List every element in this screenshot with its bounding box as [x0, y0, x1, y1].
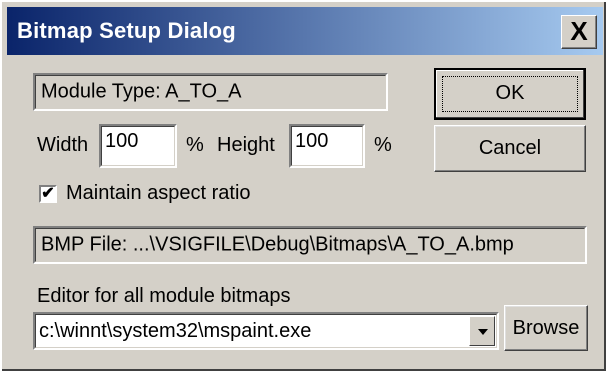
cancel-button-label: Cancel — [478, 137, 542, 159]
bitmap-setup-dialog: Bitmap Setup Dialog X Module Type: A_TO_… — [0, 0, 608, 373]
ok-button[interactable]: OK — [434, 68, 586, 120]
editor-path: c:\winnt\system32\mspaint.exe — [39, 320, 312, 342]
width-unit-label: % — [186, 134, 204, 156]
aspect-ratio-label[interactable]: Maintain aspect ratio — [66, 182, 251, 205]
editor-combobox[interactable]: c:\winnt\system32\mspaint.exe — [33, 312, 499, 350]
editor-label: Editor for all module bitmaps — [37, 285, 291, 307]
aspect-ratio-checkbox[interactable]: ✔ — [39, 185, 57, 203]
bmp-file-path: BMP File: ...\VSIGFILE\Debug\Bitmaps\A_T… — [41, 233, 514, 256]
dialog-title: Bitmap Setup Dialog — [17, 18, 236, 43]
bmp-file-field: BMP File: ...\VSIGFILE\Debug\Bitmaps\A_T… — [33, 226, 587, 264]
width-label: Width — [37, 134, 89, 156]
module-type-field: Module Type: A_TO_A — [33, 73, 388, 111]
height-unit-label: % — [374, 134, 392, 156]
width-input[interactable]: 100 — [99, 124, 177, 168]
height-label: Height — [217, 134, 275, 156]
close-button[interactable]: X — [561, 15, 597, 49]
height-input[interactable]: 100 — [289, 124, 365, 168]
width-value: 100 — [105, 130, 139, 152]
browse-button[interactable]: Browse — [504, 305, 588, 351]
height-value: 100 — [295, 130, 329, 152]
checkmark-icon: ✔ — [41, 185, 55, 202]
chevron-down-icon[interactable] — [469, 316, 495, 346]
module-type-text: Module Type: A_TO_A — [41, 80, 242, 103]
cancel-button[interactable]: Cancel — [434, 125, 586, 172]
browse-button-label: Browse — [512, 317, 580, 339]
title-bar[interactable]: Bitmap Setup Dialog X — [7, 7, 603, 55]
